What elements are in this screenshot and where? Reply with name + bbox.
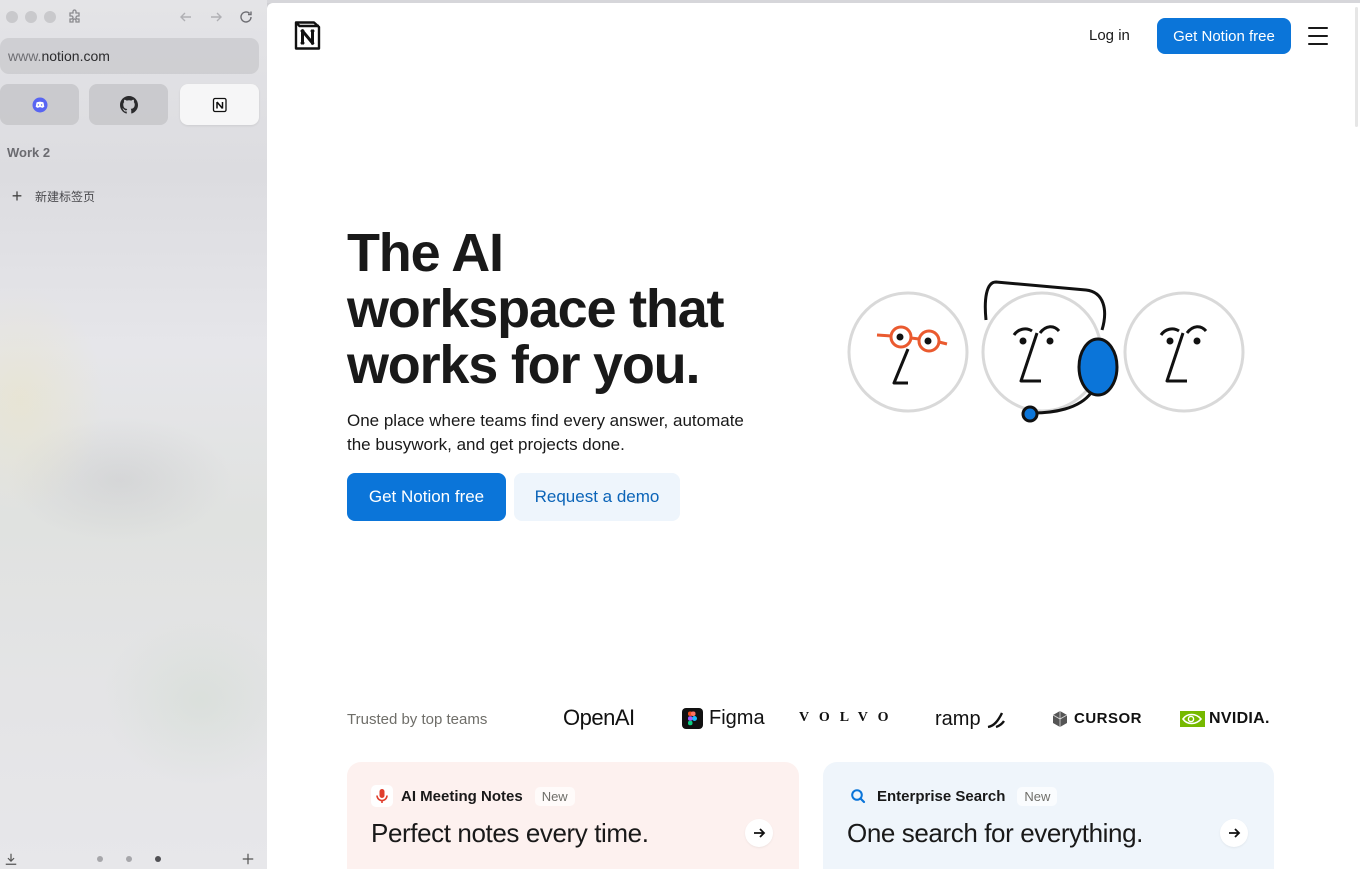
space-dot-2[interactable] [126,856,132,862]
hero-title: The AI workspace that works for you. [347,223,725,395]
feature-card-meeting-notes[interactable]: AI Meeting Notes New Perfect notes every… [347,762,799,869]
hero-get-notion-button[interactable]: Get Notion free [347,473,506,521]
face-with-glasses-icon [847,291,969,413]
pinned-tab-notion[interactable] [180,84,259,125]
feature-card-enterprise-search[interactable]: Enterprise Search New One search for eve… [823,762,1274,869]
ramp-icon [987,711,1005,728]
nav-get-notion-button[interactable]: Get Notion free [1157,18,1291,54]
plus-icon: + [11,186,23,206]
trusted-label: Trusted by top teams [347,711,488,728]
menu-icon[interactable] [1308,27,1328,45]
reload-icon[interactable] [235,6,257,28]
notion-logo[interactable] [291,19,323,51]
hero-subtitle: One place where teams find every answer,… [347,411,744,454]
microphone-icon [371,785,393,807]
card-label: AI Meeting Notes [401,787,523,805]
figma-icon [682,708,703,729]
openai-logo-text: OpenAI [563,705,635,730]
search-icon [847,785,869,807]
nvidia-logo: NVIDIA. [1180,710,1270,728]
add-space-icon[interactable] [237,848,259,869]
download-icon[interactable] [0,848,22,869]
back-arrow-icon[interactable] [175,6,197,28]
card-label: Enterprise Search [877,787,1006,805]
new-tab-label: 新建标签页 [35,189,96,204]
card-header: Enterprise Search New [847,785,1058,807]
scrollbar[interactable] [1355,7,1358,127]
card-header: AI Meeting Notes New [371,785,575,807]
ramp-logo: ramp [935,708,1006,731]
url-domain: notion.com [41,48,110,64]
volvo-logo-text: VOLVO [799,710,899,725]
url-prefix: www. [8,48,42,64]
card-title: One search for everything. [847,818,1143,848]
ramp-logo-text: ramp [935,708,981,730]
face-icon [1123,291,1245,413]
forward-arrow-icon[interactable] [205,6,227,28]
pinned-tab-github[interactable] [89,84,168,125]
window-close-button[interactable] [6,11,18,23]
card-title: Perfect notes every time. [371,818,649,848]
github-icon [119,95,138,114]
figma-logo: Figma [682,707,765,730]
openai-logo: OpenAI [563,705,635,731]
request-demo-button[interactable]: Request a demo [514,473,680,521]
nvidia-logo-text: NVIDIA. [1209,710,1270,727]
arrow-right-icon[interactable] [745,819,773,847]
face-with-headset-icon [981,280,1119,423]
extensions-icon[interactable] [64,6,86,28]
pinned-tab-discord[interactable] [0,84,79,125]
window-zoom-button[interactable] [44,11,56,23]
discord-icon [32,97,47,112]
cursor-icon [1052,711,1068,727]
space-dot-1[interactable] [97,856,103,862]
cursor-logo-text: CURSOR [1074,710,1143,727]
notion-icon [212,97,227,112]
web-page: Log in Get Notion free The AI workspace … [267,3,1360,869]
browser-sidebar: www. notion.com Work 2 + 新建标签页 [0,0,267,869]
arrow-right-icon[interactable] [1220,819,1248,847]
address-bar[interactable]: www. notion.com [0,38,259,74]
cursor-logo: CURSOR [1052,710,1142,727]
login-link[interactable]: Log in [1089,27,1130,44]
volvo-logo: VOLVO [799,710,899,726]
nvidia-icon [1180,711,1205,727]
new-tab-button[interactable]: + 新建标签页 [9,187,95,205]
new-badge: New [1017,786,1058,806]
figma-logo-text: Figma [709,707,765,729]
new-badge: New [534,786,575,806]
hero-illustration [847,280,1245,423]
notion-logo-icon [294,21,321,50]
space-name: Work 2 [7,145,51,160]
window-minimize-button[interactable] [25,11,37,23]
space-dot-3[interactable] [155,856,161,862]
